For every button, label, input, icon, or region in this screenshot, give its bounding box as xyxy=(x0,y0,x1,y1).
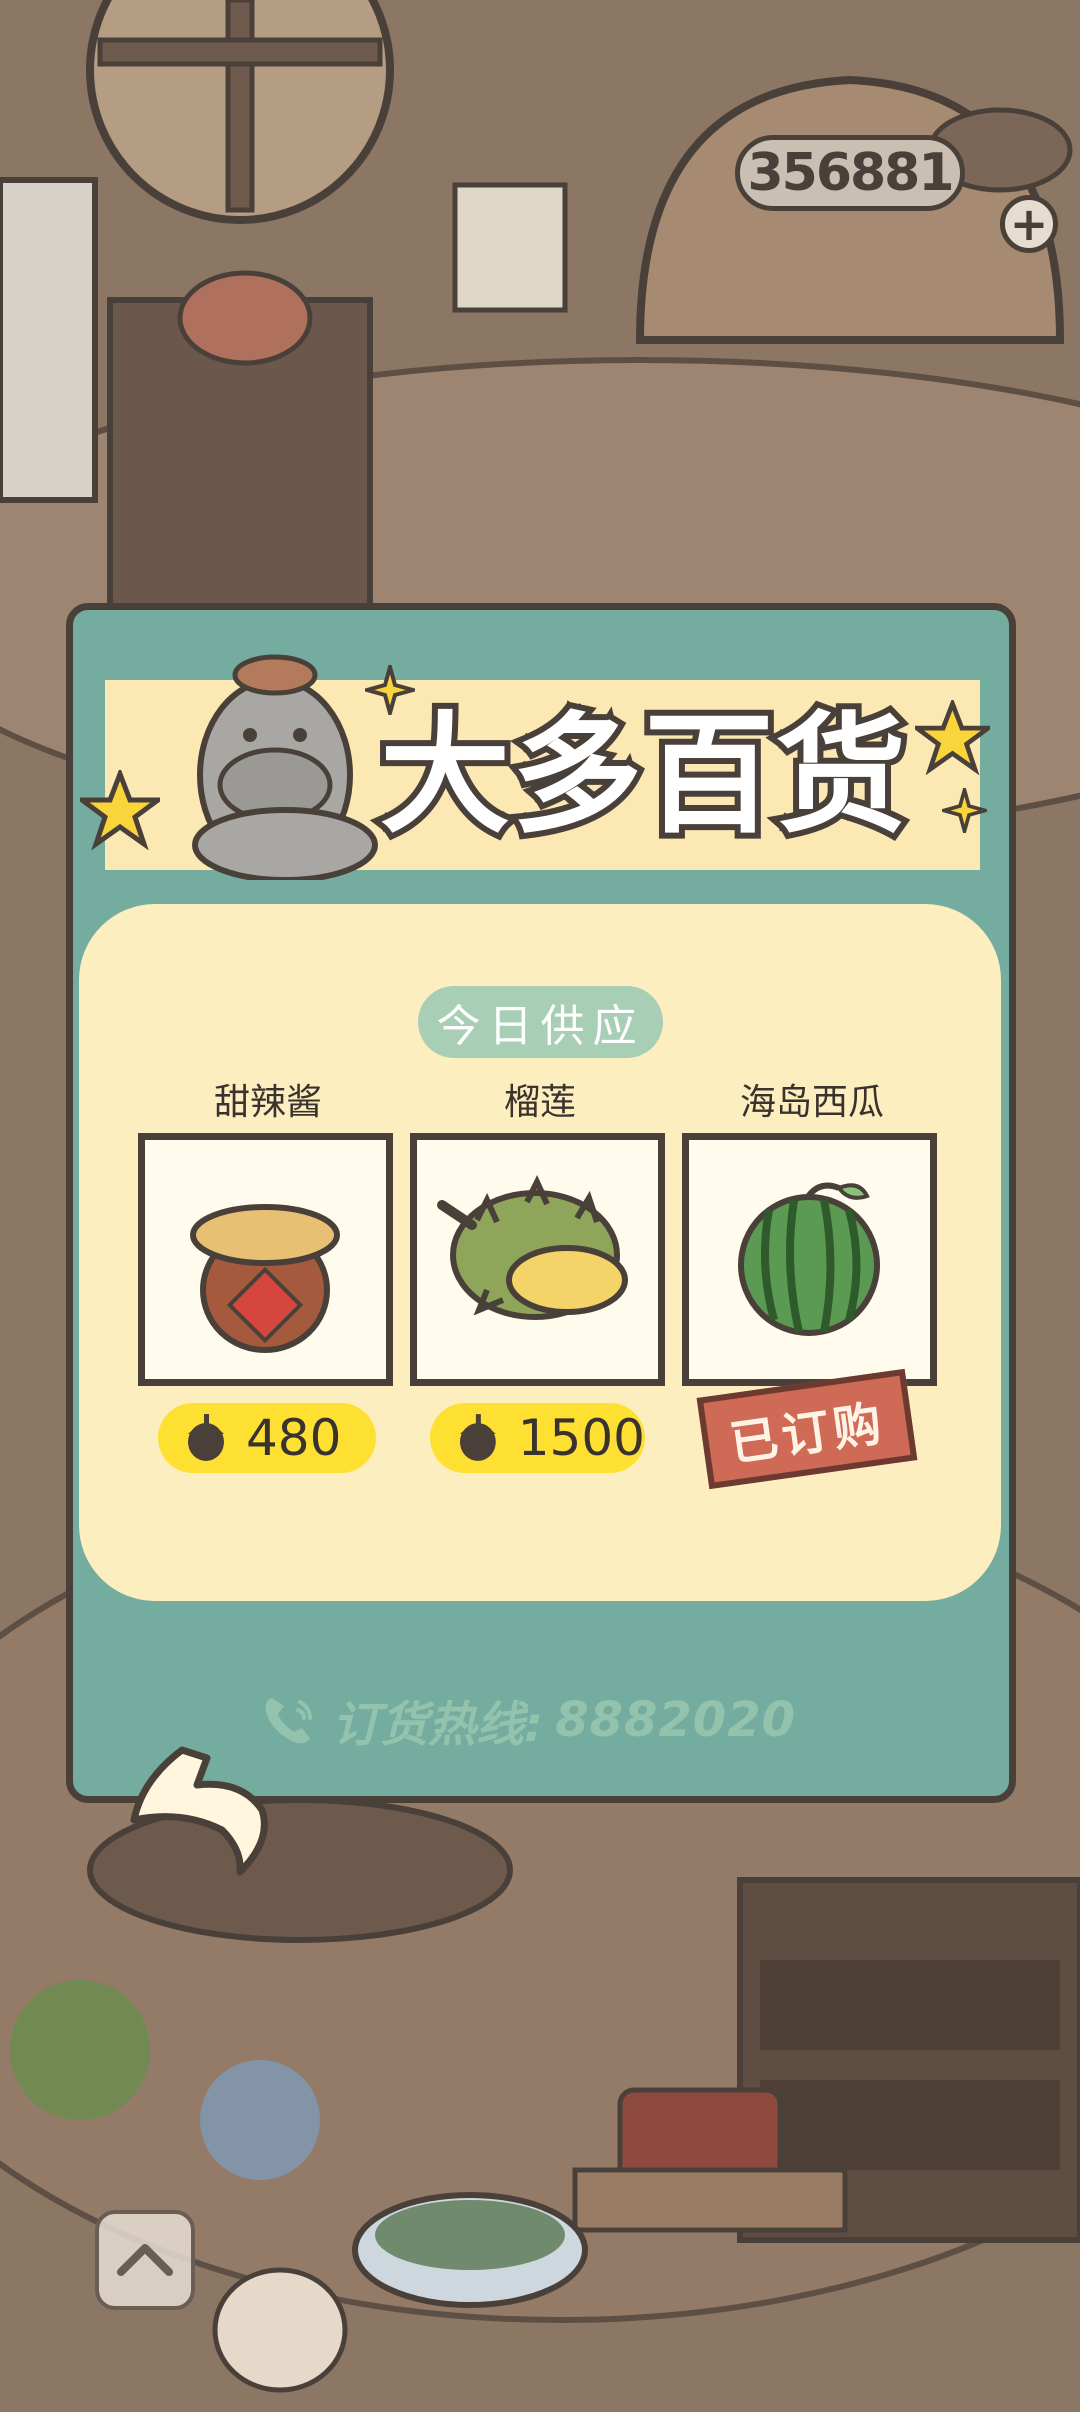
chili-sauce-jar-icon xyxy=(190,1204,340,1353)
acorn-coin-icon xyxy=(459,1414,496,1461)
item-name: 榴莲 xyxy=(503,1082,576,1123)
shop-item[interactable] xyxy=(138,1133,393,1386)
price-value: 1500 xyxy=(517,1409,645,1467)
watermelon-icon xyxy=(738,1182,880,1336)
sparkle-icon xyxy=(942,788,987,833)
shop-item[interactable] xyxy=(410,1133,665,1386)
star-icon xyxy=(915,700,990,775)
back-arrow-button[interactable] xyxy=(122,1740,272,1880)
shop-item[interactable] xyxy=(682,1133,937,1386)
order-hotline: 订货热线: 8882020 xyxy=(260,1685,860,1755)
chevron-up-icon xyxy=(117,2244,173,2276)
price-value: 480 xyxy=(246,1409,342,1467)
shop-title: 大多百货 xyxy=(374,693,912,857)
add-currency-button[interactable]: + xyxy=(1000,195,1058,253)
currency-counter: 356881 xyxy=(735,135,965,211)
scroll-up-button[interactable] xyxy=(95,2210,195,2310)
price-tag: 1500 xyxy=(430,1403,645,1473)
durian-icon xyxy=(437,1175,628,1320)
section-label: 今日供应 xyxy=(418,986,663,1058)
acorn-coin-icon xyxy=(188,1414,224,1461)
item-name: 海岛西瓜 xyxy=(739,1082,884,1123)
hotline-label: 订货热线: xyxy=(332,1697,544,1753)
star-icon xyxy=(80,770,160,850)
price-tag: 480 xyxy=(158,1403,376,1473)
hippo-mascot-icon xyxy=(192,654,378,880)
hotline-number: 8882020 xyxy=(555,1692,796,1748)
item-name: 甜辣酱 xyxy=(213,1082,322,1123)
